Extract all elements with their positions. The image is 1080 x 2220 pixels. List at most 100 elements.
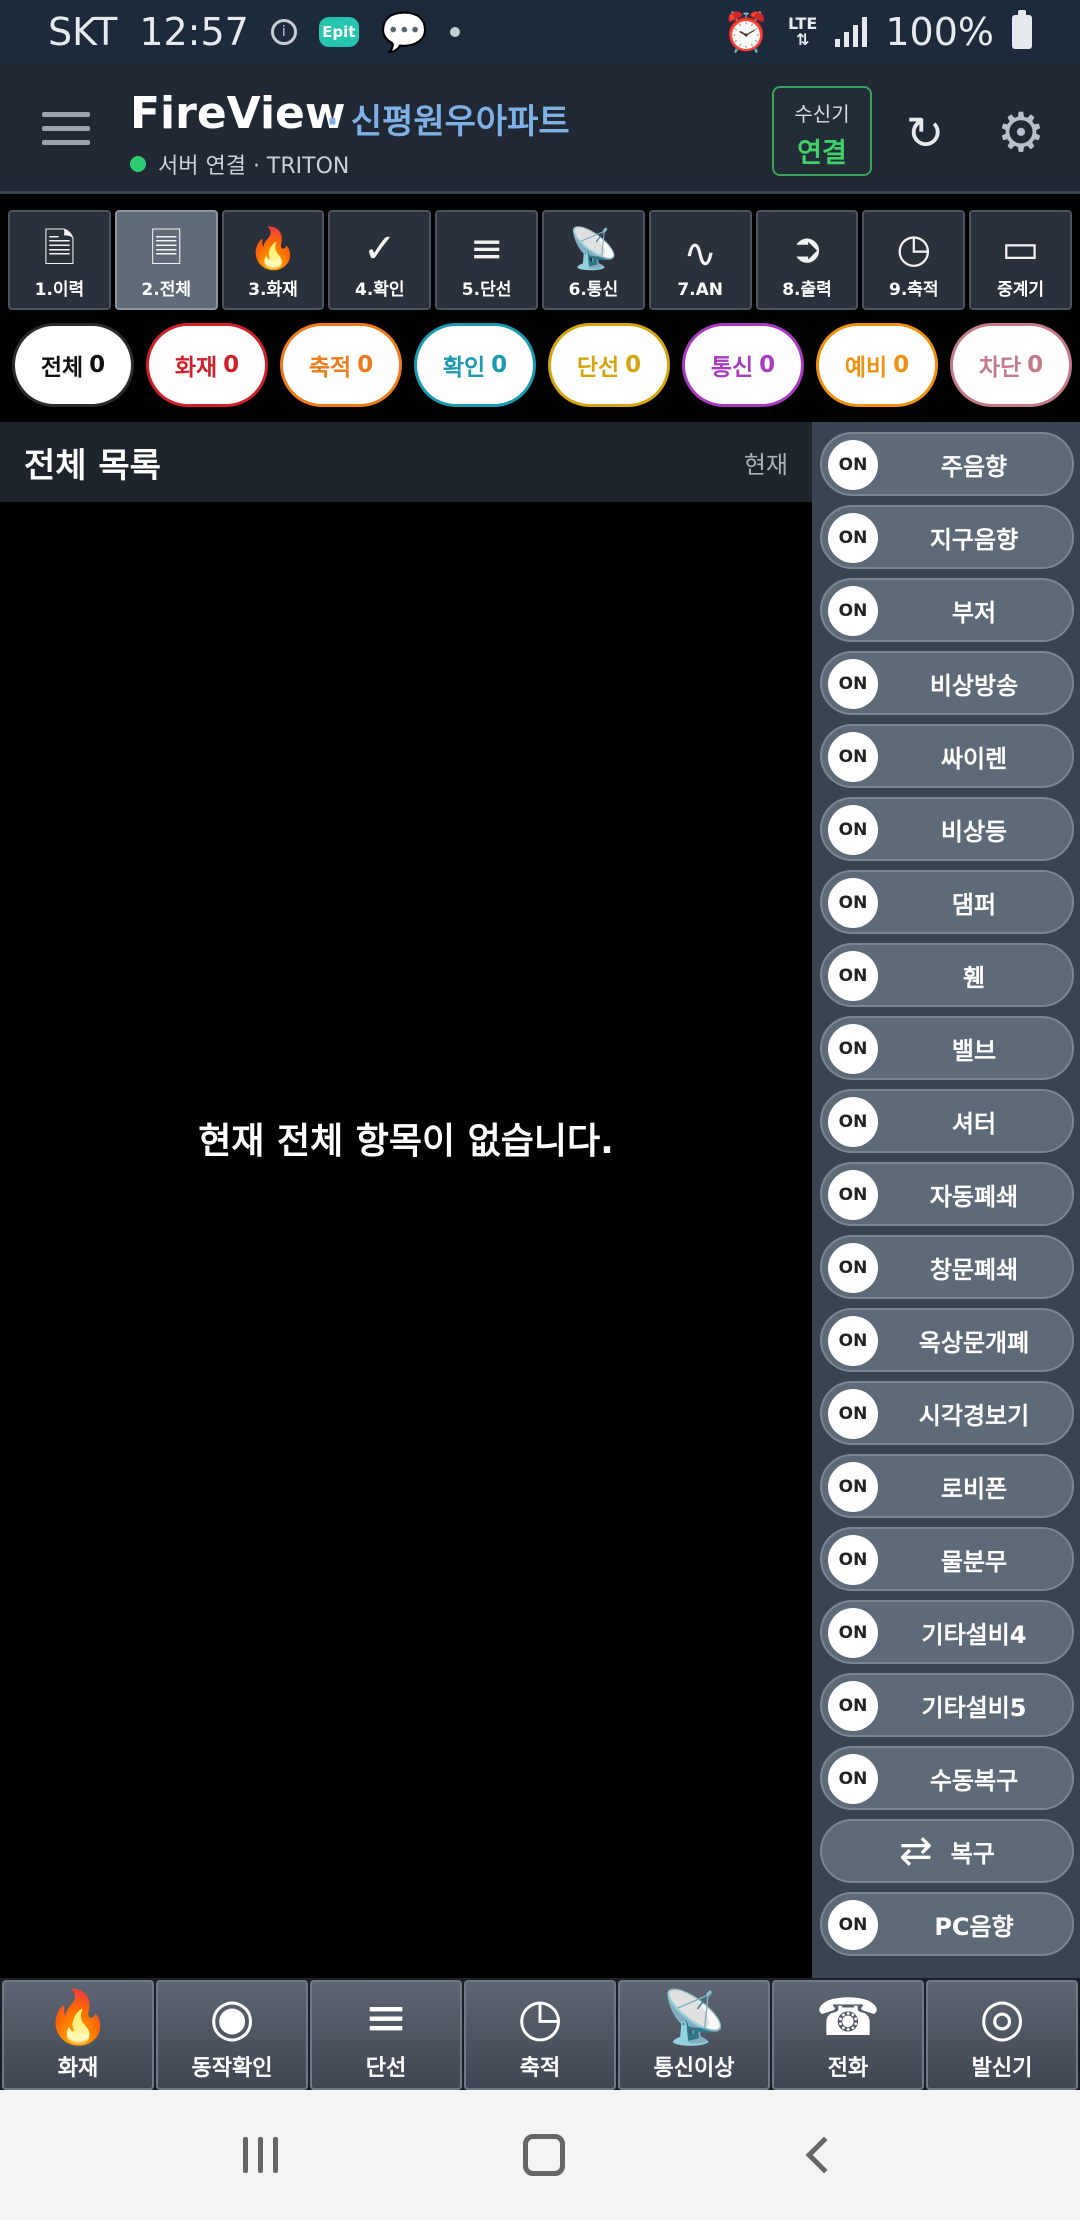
filter-fire[interactable]: 화재 0: [146, 323, 268, 407]
fire-icon: 🔥: [45, 1988, 111, 2048]
site-name: · 신평원우아파트: [326, 102, 570, 142]
receiver-connect-button[interactable]: 수신기 연결: [772, 86, 872, 176]
toggle-auto-close[interactable]: ON 자동폐쇄: [820, 1162, 1074, 1226]
system-nav-bar: [0, 2090, 1080, 2220]
transmitter-icon: ◎: [979, 1988, 1025, 2048]
toggle-knob: ON: [828, 1170, 878, 1220]
telephone-icon: ☎: [815, 1988, 881, 2048]
toggle-damper[interactable]: ON 댐퍼: [820, 870, 1074, 934]
toggle-valve[interactable]: ON 밸브: [820, 1016, 1074, 1080]
toggle-knob: ON: [828, 878, 878, 928]
toggle-emergency-light[interactable]: ON 비상등: [820, 797, 1074, 861]
toggle-buzzer[interactable]: ON 부저: [820, 578, 1074, 642]
list-now-label: 현재: [743, 450, 788, 479]
eye-icon: ◉: [209, 1988, 255, 2048]
toggle-zone-sound[interactable]: ON 지구음향: [820, 505, 1074, 569]
receiver-status: 연결: [797, 138, 847, 169]
toggle-knob: ON: [828, 513, 878, 563]
fire-icon: 🔥: [248, 226, 298, 272]
tab-communication[interactable]: 📡 6.통신: [541, 210, 645, 310]
tab-fire[interactable]: 🔥 3.화재: [221, 210, 325, 310]
filter-check[interactable]: 확인 0: [414, 323, 536, 407]
toggle-window-close[interactable]: ON 창문폐쇄: [820, 1235, 1074, 1299]
tab-repeater[interactable]: ▭ 중계기: [969, 210, 1072, 310]
bottom-operation-check-button[interactable]: ◉ 동작확인: [156, 1980, 308, 2090]
toggle-main-sound[interactable]: ON 주음향: [820, 432, 1074, 496]
toggle-fan[interactable]: ON 휀: [820, 943, 1074, 1007]
menu-tabs: 🗎 1.이력 🗏 2.전체 🔥 3.화재 ✓ 4.확인 ≡ 5.단선 📡 6.통신 ∿ 7.A…: [8, 210, 1072, 310]
filter-blocked[interactable]: 차단 0: [950, 323, 1072, 407]
toggle-knob: ON: [828, 1535, 878, 1585]
toggle-siren[interactable]: ON 싸이렌: [820, 724, 1074, 788]
satellite-question-icon: 📡: [661, 1988, 727, 2048]
bottom-transmitter-button[interactable]: ◎ 발신기: [926, 1980, 1078, 2090]
toggle-knob: ON: [828, 1681, 878, 1731]
recent-apps-icon[interactable]: [242, 2137, 278, 2173]
empty-message: 현재 전체 항목이 없습니다.: [198, 1121, 614, 1162]
satellite-icon: 📡: [568, 226, 619, 272]
more-notifications-icon: [450, 27, 461, 37]
toggle-knob: ON: [828, 440, 878, 490]
tab-all[interactable]: 🗏 2.전체: [114, 210, 218, 310]
filter-pills: 전체 0 화재 0 축적 0 확인 0 단선 0 통신 0 예비 0 차단 0: [12, 323, 1072, 407]
message-icon: 💬: [380, 9, 429, 54]
toggle-knob: ON: [828, 1243, 878, 1293]
bottom-phone-button[interactable]: ☎ 전화: [772, 1980, 924, 2090]
toggle-knob: ON: [828, 586, 878, 636]
bottom-comm-error-button[interactable]: 📡 통신이상: [618, 1980, 770, 2090]
bottom-fire-button[interactable]: 🔥 화재: [2, 1980, 154, 2090]
toggle-knob: ON: [828, 1316, 878, 1366]
clock: 12:57: [139, 10, 249, 54]
list-header: 전체 목록 현재: [0, 422, 812, 502]
bottom-accumulate-button[interactable]: ◷ 축적: [464, 1980, 616, 2090]
toggle-knob: ON: [828, 1608, 878, 1658]
clock-icon: ◷: [896, 226, 932, 272]
toggle-emergency-broadcast[interactable]: ON 비상방송: [820, 651, 1074, 715]
list-title: 전체 목록: [24, 445, 161, 486]
hamburger-menu-icon[interactable]: [42, 112, 90, 154]
exit-icon: ➲: [790, 226, 824, 272]
sync-icon: ⇄: [899, 1828, 933, 1874]
toggle-knob: ON: [828, 1097, 878, 1147]
home-icon[interactable]: [523, 2134, 566, 2176]
battery-percent: 100%: [885, 10, 994, 54]
toggle-other-equipment-4[interactable]: ON 기타설비4: [820, 1600, 1074, 1664]
tab-history[interactable]: 🗎 1.이력: [8, 210, 111, 310]
filter-all[interactable]: 전체 0: [12, 323, 134, 407]
tab-disconnect[interactable]: ≡ 5.단선: [435, 210, 538, 310]
tab-an[interactable]: ∿ 7.AN: [648, 210, 752, 310]
toggle-knob: ON: [828, 951, 878, 1001]
filter-accumulate[interactable]: 축적 0: [280, 323, 402, 407]
tab-check[interactable]: ✓ 4.확인: [328, 210, 432, 310]
receiver-label: 수신기: [794, 102, 850, 126]
server-status-text: 서버 연결 · TRITON: [158, 154, 350, 179]
magnify-check-icon: ✓: [363, 226, 397, 272]
tab-output[interactable]: ➲ 8.출력: [755, 210, 859, 310]
back-icon[interactable]: [805, 2136, 843, 2174]
toggle-other-equipment-5[interactable]: ON 기타설비5: [820, 1673, 1074, 1737]
toggle-water-spray[interactable]: ON 물분무: [820, 1527, 1074, 1591]
clock-icon: ◷: [517, 1988, 563, 2048]
filter-spare[interactable]: 예비 0: [816, 323, 938, 407]
refresh-icon[interactable]: ↻: [900, 108, 950, 158]
toggle-manual-restore[interactable]: ON 수동복구: [820, 1746, 1074, 1810]
lte-icon: LTE ⇅: [787, 14, 818, 49]
filter-communication[interactable]: 통신 0: [682, 323, 804, 407]
toggle-rooftop-door[interactable]: ON 옥상문개폐: [820, 1308, 1074, 1372]
restore-button[interactable]: ⇄ 복구: [820, 1819, 1074, 1883]
toggle-pc-sound[interactable]: ON PC음향: [820, 1892, 1074, 1956]
toggle-lobby-phone[interactable]: ON 로비폰: [820, 1454, 1074, 1518]
toggle-visual-alarm[interactable]: ON 시각경보기: [820, 1381, 1074, 1445]
app-header: FireView · 신평원우아파트 서버 연결 · TRITON 수신기 연결…: [0, 64, 1080, 194]
toggle-shutter[interactable]: ON 셔터: [820, 1089, 1074, 1153]
carrier: SKT: [48, 10, 118, 54]
filter-disconnect[interactable]: 단선 0: [548, 323, 670, 407]
tab-accumulate[interactable]: ◷ 9.축적: [862, 210, 966, 310]
toggle-knob: ON: [828, 1024, 878, 1074]
bottom-disconnect-button[interactable]: ≡ 단선: [310, 1980, 462, 2090]
battery-icon: [1012, 10, 1032, 49]
alarm-icon: ⏰: [722, 9, 770, 54]
gear-icon[interactable]: ⚙: [992, 104, 1050, 162]
list-panel: 전체 목록 현재 현재 전체 항목이 없습니다.: [0, 422, 812, 1978]
toggle-knob: ON: [828, 805, 878, 855]
